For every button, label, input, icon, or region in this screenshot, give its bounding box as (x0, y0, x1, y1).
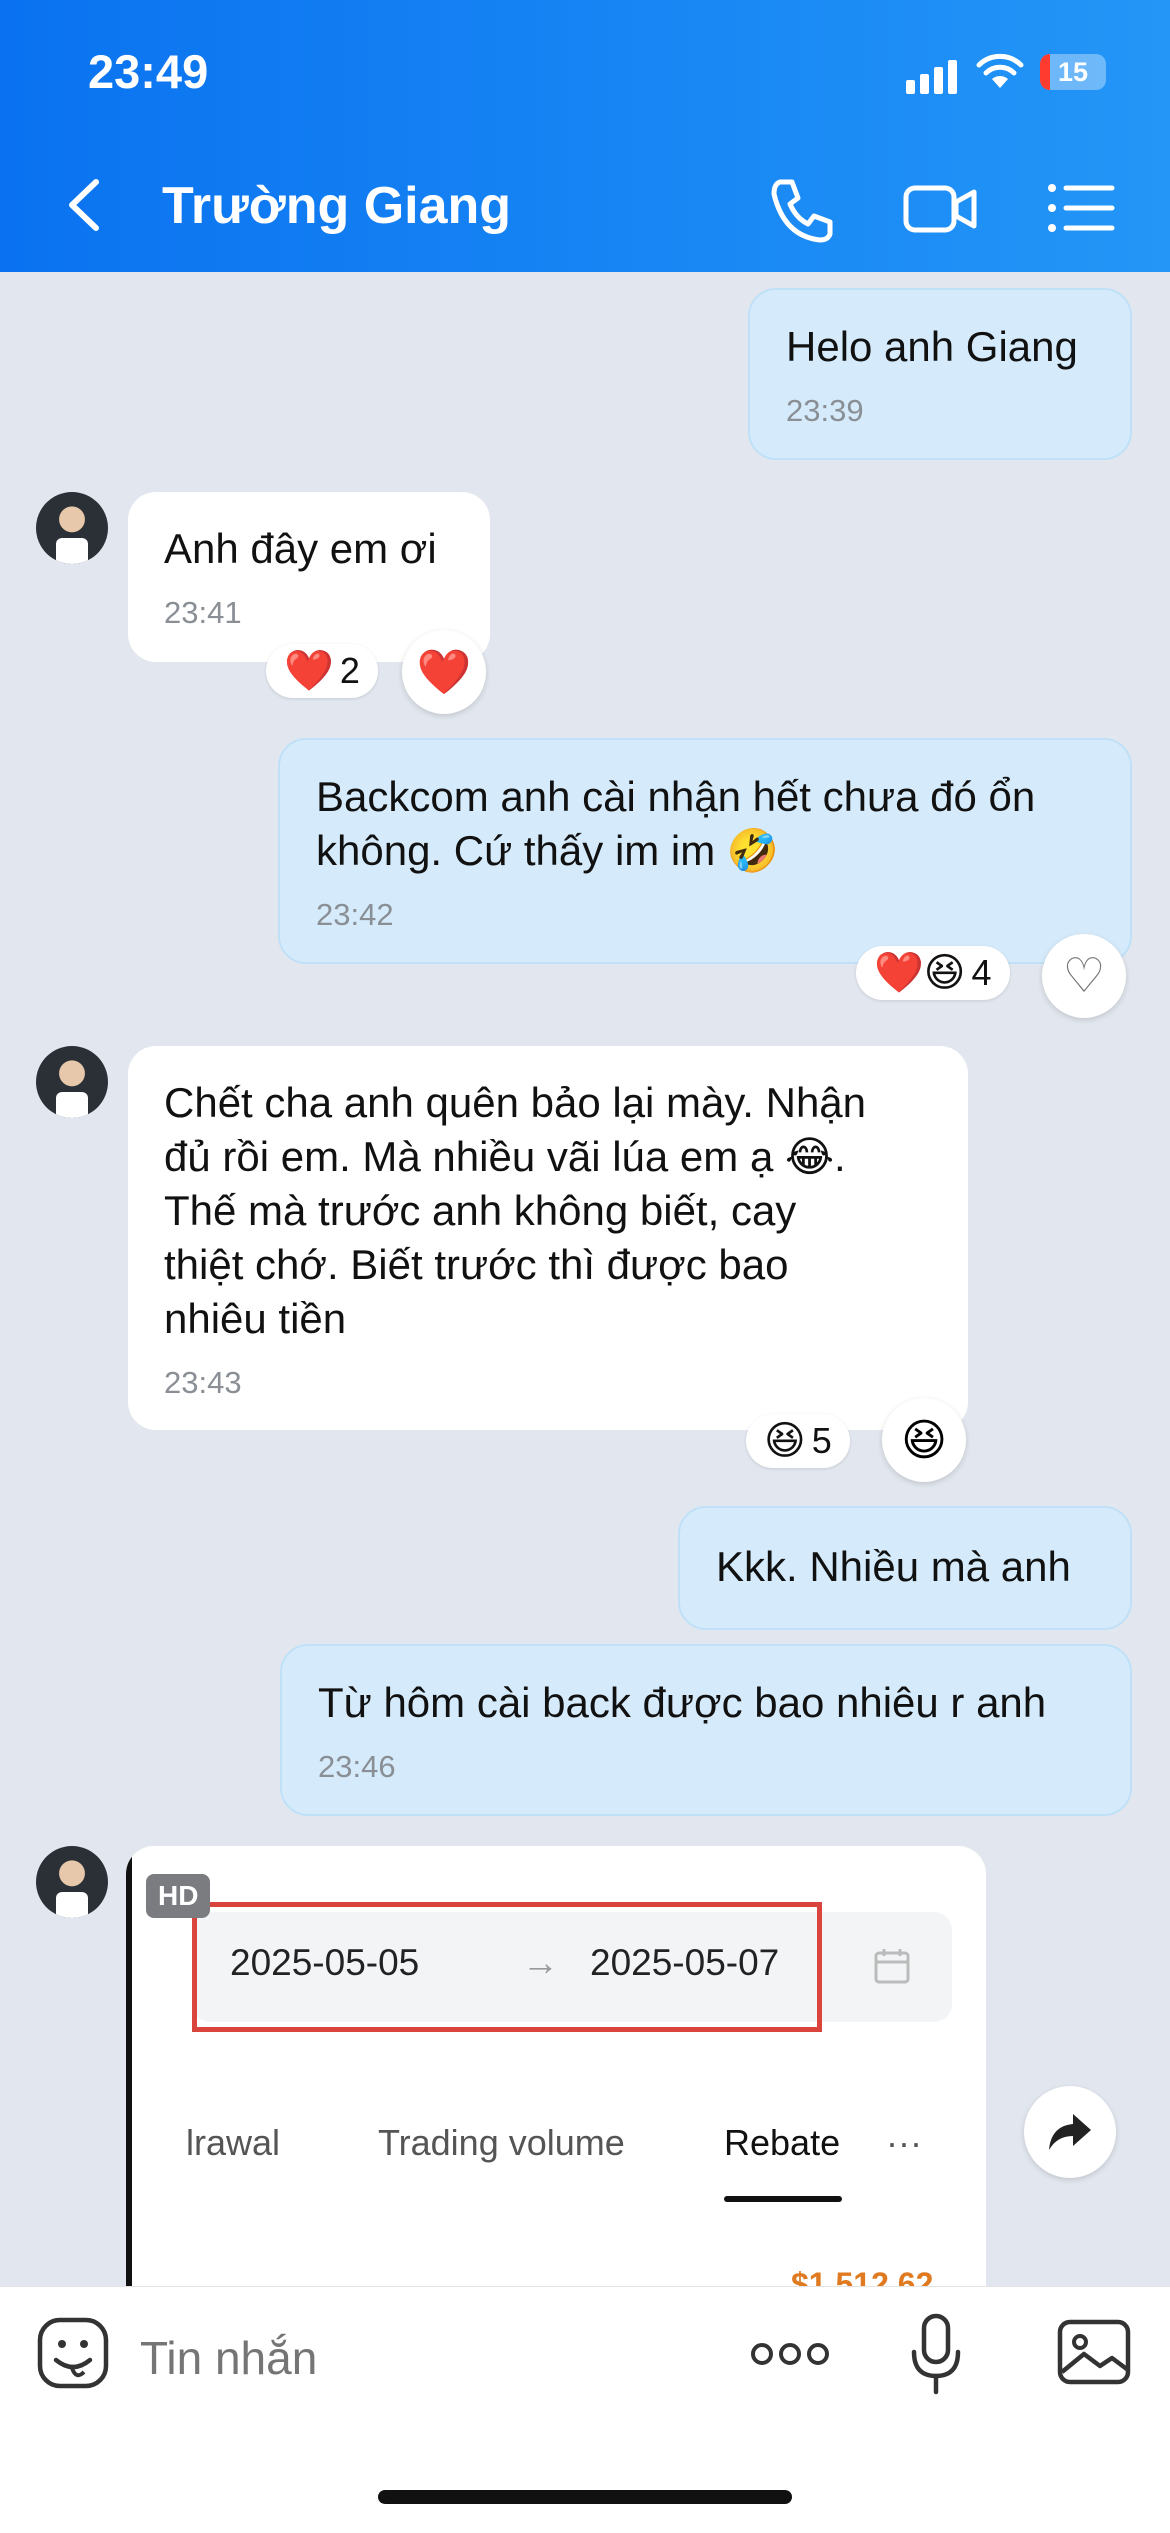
message-text-line: Backcom anh cài nhận hết chưa đó ổn (316, 773, 1036, 820)
contact-avatar[interactable] (36, 1046, 108, 1118)
battery-level: 15 (1057, 57, 1089, 87)
message-time: 23:42 (316, 897, 394, 932)
active-tab-indicator (724, 2196, 842, 2202)
reaction-count[interactable]: 😆 5 (746, 1414, 850, 1468)
heart-laugh-reaction-icon: ❤️😆 (874, 951, 966, 995)
outgoing-message[interactable]: Backcom anh cài nhận hết chưa đó ổn khôn… (278, 738, 1132, 964)
back-icon[interactable] (56, 170, 116, 240)
outgoing-message[interactable]: Từ hôm cài back được bao nhiêu r anh 23:… (280, 1644, 1132, 1816)
react-heart-outline-button[interactable]: ♡ (1042, 934, 1126, 1018)
reaction-count[interactable]: ❤️ 2 (266, 644, 378, 698)
message-text-line: không. Cứ thấy im im 🤣 (316, 827, 780, 874)
outgoing-message[interactable]: Helo anh Giang 23:39 (748, 288, 1132, 460)
reaction-count[interactable]: ❤️😆 4 (856, 946, 1010, 1000)
message-text: Helo anh Giang (786, 323, 1078, 370)
message-text-line: Chết cha anh quên bảo lại mày. Nhận (164, 1079, 867, 1126)
message-time: 23:41 (164, 595, 242, 630)
sticker-icon[interactable] (36, 2316, 110, 2390)
message-text-line: thiệt chớ. Biết trước thì được bao (164, 1241, 789, 1288)
wifi-icon (976, 53, 1024, 88)
highlight-rectangle (192, 1902, 822, 2032)
video-call-icon[interactable] (900, 168, 980, 248)
message-text-line: Thế mà trước anh không biết, cay (164, 1187, 797, 1234)
menu-list-icon[interactable] (1040, 168, 1120, 248)
hd-badge: HD (146, 1874, 211, 1918)
reaction-count-value: 2 (339, 650, 360, 691)
home-indicator (378, 2490, 792, 2504)
incoming-message[interactable]: Chết cha anh quên bảo lại mày. Nhận đủ r… (128, 1046, 968, 1430)
tab-trading-volume: Trading volume (378, 2122, 625, 2163)
image-message[interactable]: 2025-05-05 → 2025-05-07 HD lrawal Tradin… (126, 1846, 986, 2286)
message-input[interactable] (140, 2328, 700, 2388)
heart-reaction-icon: ❤️ (284, 649, 334, 693)
phone-icon[interactable] (762, 170, 842, 250)
reaction-count-value: 4 (971, 952, 992, 993)
laugh-reaction-icon: 😆 (764, 1419, 806, 1463)
gallery-icon[interactable] (1056, 2318, 1132, 2386)
cellular-signal-icon (906, 60, 958, 94)
message-time: 23:46 (318, 1749, 396, 1784)
message-time: 23:39 (786, 393, 864, 428)
contact-avatar[interactable] (36, 492, 108, 564)
message-time: 23:43 (164, 1365, 242, 1400)
message-text-line: đủ rồi em. Mà nhiều vãi lúa em ạ 😂. (164, 1133, 846, 1180)
reaction-count-value: 5 (811, 1420, 832, 1461)
calendar-icon (874, 1949, 910, 1984)
message-text: Từ hôm cài back được bao nhiêu r anh (318, 1679, 1047, 1726)
message-text: Kkk. Nhiều mà anh (716, 1543, 1071, 1590)
react-laugh-button[interactable]: 😆 (882, 1398, 966, 1482)
tab-withdrawal: lrawal (186, 2122, 281, 2163)
tab-rebate: Rebate (724, 2122, 841, 2163)
react-heart-button[interactable]: ❤️ (402, 630, 486, 714)
rebate-amount: $1,512.62 (791, 2266, 934, 2286)
outgoing-message[interactable]: Kkk. Nhiều mà anh (678, 1506, 1132, 1630)
more-tabs-icon: ··· (886, 2122, 922, 2163)
forward-arrow-icon (1049, 2114, 1091, 2150)
status-time: 23:49 (88, 45, 209, 98)
more-options-icon[interactable] (748, 2336, 832, 2372)
contact-avatar[interactable] (36, 1846, 108, 1918)
chat-title[interactable]: Trường Giang (162, 176, 511, 236)
forward-button[interactable] (1024, 2086, 1116, 2178)
screenshot-edge (126, 1846, 132, 2286)
message-text-line: nhiêu tiền (164, 1295, 347, 1342)
microphone-icon[interactable] (906, 2312, 966, 2396)
message-text: Anh đây em ơi (164, 525, 437, 572)
battery-icon: 15 (1040, 54, 1106, 90)
